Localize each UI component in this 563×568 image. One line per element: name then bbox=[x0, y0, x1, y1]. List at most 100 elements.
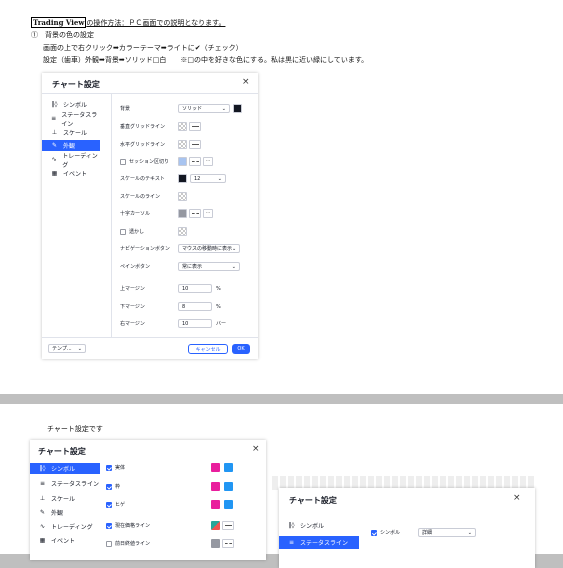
row-label: ペインボタン bbox=[120, 264, 151, 270]
vgrid-line-style[interactable] bbox=[189, 122, 201, 131]
crosshair-color-swatch[interactable] bbox=[178, 209, 187, 218]
select-value: マウスの移動時に表示 bbox=[182, 246, 233, 252]
doc-page2-text: チャート設定です bbox=[47, 425, 103, 433]
nav-label: スケール bbox=[51, 496, 76, 503]
template-select[interactable]: テンプ... ⌄ bbox=[48, 344, 86, 353]
bottom-margin-input[interactable]: 8 bbox=[178, 302, 212, 311]
nav-label: 外観 bbox=[63, 143, 76, 150]
hgrid-line-style[interactable] bbox=[189, 140, 201, 149]
row-label: 透かし bbox=[129, 229, 145, 235]
ok-button[interactable]: OK bbox=[232, 344, 250, 354]
up-color-swatch[interactable] bbox=[211, 463, 220, 472]
document-page-1: Trading View の操作方法：ＰＣ画面での説明となります。 ① 背景の色の… bbox=[0, 0, 563, 394]
row-label: スケールのライン bbox=[120, 194, 161, 200]
nav-item-appearance[interactable]: ✎ 外観 bbox=[30, 507, 100, 518]
nav-item-symbol[interactable]: ‖◊ シンボル bbox=[30, 463, 100, 474]
crosshair-dots-icon[interactable]: ··· bbox=[203, 209, 213, 218]
down-color-swatch[interactable] bbox=[224, 482, 233, 491]
wick-checkbox[interactable] bbox=[106, 501, 112, 508]
nav-item-appearance[interactable]: ✎ 外観 bbox=[42, 140, 100, 151]
footer-divider bbox=[42, 337, 258, 338]
symbol-icon: ‖◊ bbox=[39, 465, 46, 472]
chart-settings-dialog: チャート設定 × ‖◊ シンボル ≡ ステータスライン ⊥ スケール ✎ 外観 ∿ トレー… bbox=[42, 73, 258, 359]
right-margin-input[interactable]: 10 bbox=[178, 319, 212, 328]
nav-item-status-line[interactable]: ≡ ステータスライン bbox=[279, 536, 359, 549]
price-line-color-swatch[interactable] bbox=[211, 521, 220, 530]
price-line-style[interactable] bbox=[222, 521, 234, 530]
up-color-swatch[interactable] bbox=[211, 500, 220, 509]
row-crosshair: 十字カーソル ··· bbox=[120, 209, 213, 218]
status-line-icon: ≡ bbox=[39, 480, 46, 487]
background-type-select[interactable]: ソリッド ⌄ bbox=[178, 104, 230, 113]
scale-text-color-swatch[interactable] bbox=[178, 174, 187, 183]
down-color-swatch[interactable] bbox=[224, 500, 233, 509]
chevron-down-icon: ⌄ bbox=[77, 345, 82, 352]
prev-close-line-style[interactable] bbox=[222, 539, 234, 548]
nav-item-scale[interactable]: ⊥ スケール bbox=[42, 127, 100, 138]
close-icon[interactable]: × bbox=[252, 444, 260, 454]
nav-label: トレーディング bbox=[62, 152, 98, 169]
row-label: ナビゲーションボタン bbox=[120, 246, 170, 252]
cancel-button[interactable]: キャンセル bbox=[188, 344, 228, 354]
symbol-display-select[interactable]: 詳細 ⌄ bbox=[418, 528, 476, 537]
close-icon[interactable]: × bbox=[242, 77, 250, 87]
price-line-checkbox[interactable] bbox=[106, 522, 112, 529]
watermark-color-swatch[interactable] bbox=[178, 227, 187, 236]
nav-item-symbol[interactable]: ‖◊ シンボル bbox=[42, 99, 100, 110]
session-checkbox[interactable] bbox=[120, 158, 126, 165]
top-margin-input[interactable]: 10 bbox=[178, 284, 212, 293]
nav-item-symbol[interactable]: ‖◊ シンボル bbox=[279, 520, 359, 531]
body-checkbox[interactable] bbox=[106, 464, 112, 471]
nav-item-status-line[interactable]: ≡ ステータスライン bbox=[42, 112, 100, 128]
row-vgrid: 垂直グリッドライン bbox=[120, 122, 201, 131]
document-page-2: チャート設定です チャート設定 × ‖◊ シンボル ≡ ステータスライン ⊥ スケール… bbox=[0, 404, 563, 568]
row-price-line: 現在価格ライン bbox=[106, 521, 234, 530]
row-label: 前日終値ライン bbox=[115, 541, 151, 547]
chart-settings-dialog-symbol: チャート設定 × ‖◊ シンボル ≡ ステータスライン ⊥ スケール ✎ 外観 ∿ トレー… bbox=[30, 440, 266, 560]
font-size-select[interactable]: 12 ⌄ bbox=[190, 174, 226, 183]
nav-item-scale[interactable]: ⊥ スケール bbox=[30, 493, 100, 504]
up-color-swatch[interactable] bbox=[211, 482, 220, 491]
chart-settings-dialog-status: チャート設定 × ‖◊ シンボル ≡ ステータスライン シンボル 詳細 ⌄ bbox=[279, 488, 535, 568]
border-checkbox[interactable] bbox=[106, 483, 112, 490]
dialog-divider bbox=[42, 93, 258, 94]
hgrid-color-swatch[interactable] bbox=[178, 140, 187, 149]
row-wick: ヒゲ bbox=[106, 500, 233, 509]
pane-buttons-select[interactable]: 常に表示 ⌄ bbox=[178, 262, 240, 271]
row-label: スケールのテキスト bbox=[120, 176, 165, 182]
nav-label: シンボル bbox=[51, 466, 76, 473]
background-color-swatch[interactable] bbox=[233, 104, 242, 113]
vgrid-color-swatch[interactable] bbox=[178, 122, 187, 131]
doc-item1-line2: 設定（歯車）外観➡背景➡ソリッド□白 ※□の中を好きな色にする。私は黒に近い緑に… bbox=[43, 56, 369, 64]
scale-line-color-swatch[interactable] bbox=[178, 192, 187, 201]
prev-close-color-swatch[interactable] bbox=[211, 539, 220, 548]
nav-buttons-select[interactable]: マウスの移動時に表示 ⌄ bbox=[178, 244, 240, 253]
close-icon[interactable]: × bbox=[513, 493, 521, 503]
trading-icon: ∿ bbox=[39, 523, 46, 530]
session-color-swatch[interactable] bbox=[178, 157, 187, 166]
unit-label: % bbox=[216, 285, 221, 292]
watermark-checkbox[interactable] bbox=[120, 228, 126, 235]
nav-item-events[interactable]: ▦ イベント bbox=[30, 535, 100, 546]
row-label: セッション区切り bbox=[129, 159, 170, 165]
symbol-checkbox[interactable] bbox=[371, 529, 377, 536]
nav-label: ステータスライン bbox=[51, 481, 100, 488]
nav-label: ステータスライン bbox=[61, 111, 98, 128]
nav-label: ステータスライン bbox=[300, 540, 349, 547]
nav-item-trading[interactable]: ∿ トレーディング bbox=[42, 153, 100, 169]
session-line-style[interactable] bbox=[189, 157, 201, 166]
unit-label: バー bbox=[216, 321, 227, 327]
down-color-swatch[interactable] bbox=[224, 463, 233, 472]
prev-close-checkbox[interactable] bbox=[106, 540, 112, 547]
nav-item-status-line[interactable]: ≡ ステータスライン bbox=[30, 478, 100, 489]
row-label: 十字カーソル bbox=[120, 211, 151, 217]
nav-item-trading[interactable]: ∿ トレーディング bbox=[30, 521, 100, 532]
row-label: 背景 bbox=[120, 106, 131, 112]
session-dots-icon[interactable]: ··· bbox=[203, 157, 213, 166]
row-pane-buttons: ペインボタン 常に表示 ⌄ bbox=[120, 262, 240, 271]
crosshair-line-style[interactable] bbox=[189, 209, 201, 218]
nav-item-events[interactable]: ▦ イベント bbox=[42, 168, 100, 179]
row-symbol: シンボル 詳細 ⌄ bbox=[371, 528, 476, 537]
brush-icon: ✎ bbox=[39, 509, 46, 516]
row-label: 現在価格ライン bbox=[115, 523, 151, 529]
